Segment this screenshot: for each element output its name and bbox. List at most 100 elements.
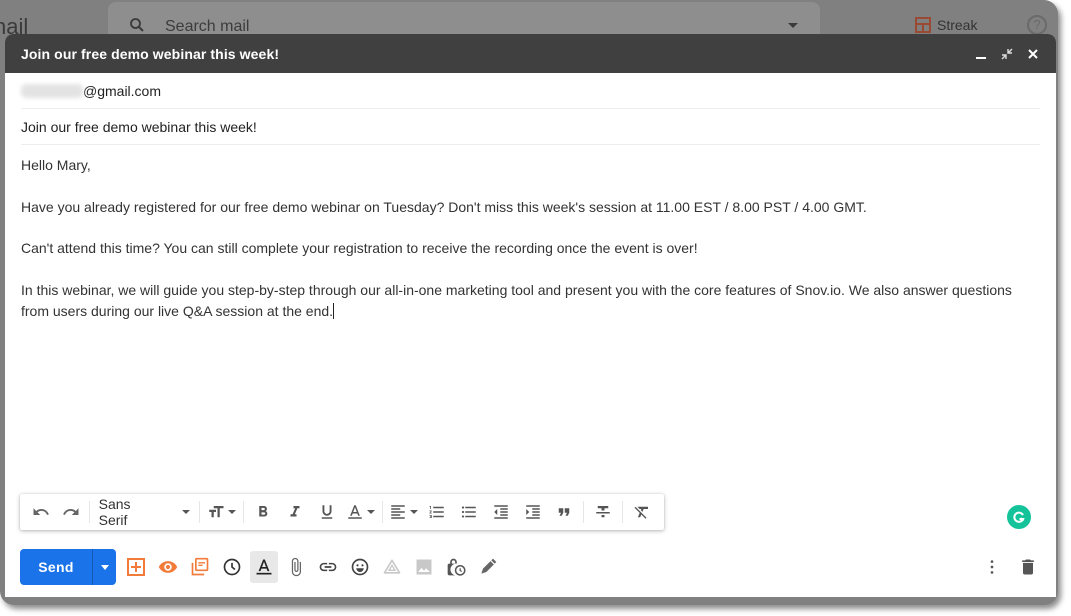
italic-icon [290,506,300,517]
chevron-down-icon [367,510,376,514]
toolbar-separator [622,501,624,523]
exit-full-screen-icon [1001,48,1013,59]
indent-less-button[interactable] [485,498,517,526]
confidential-mode-button[interactable] [440,551,472,583]
pen-icon [481,558,497,574]
body-greeting: Hello Mary, [21,157,91,173]
schedule-send-button[interactable] [216,551,248,583]
italic-button[interactable] [279,498,311,526]
toolbar-separator [243,501,245,523]
tracking-button[interactable] [152,551,184,583]
search-options-caret-icon[interactable] [788,23,798,28]
redo-button[interactable] [56,498,86,526]
strikethrough-button[interactable] [587,498,619,526]
align-button[interactable] [386,498,422,526]
photo-icon [416,559,432,575]
chevron-down-icon [181,510,190,514]
toolbar-separator [583,501,585,523]
text-size-icon [209,506,224,518]
insert-emoji-button[interactable] [344,551,376,583]
text-size-button[interactable] [203,498,241,526]
compose-bottom-bar: Send [20,549,1044,585]
close-button[interactable] [1022,43,1044,65]
quote-button[interactable] [549,498,581,526]
recipient-email: @gmail.com [83,82,162,99]
streak-label: Streak [937,17,978,33]
formatting-options-button[interactable] [250,551,278,583]
numbered-list-icon [429,506,445,518]
insert-drive-button[interactable] [376,551,408,583]
text-cursor [333,302,335,319]
link-icon [319,562,337,572]
grammarly-icon [1013,511,1025,523]
minimize-icon [976,56,986,59]
insert-link-button[interactable] [312,551,344,583]
snippets-button[interactable] [184,551,216,583]
streak-icon [915,17,931,33]
subject-text: Join our free demo webinar this week! [21,118,257,135]
paperclip-icon [291,557,301,577]
bold-button[interactable] [247,498,279,526]
toolbar-separator [88,501,90,523]
chevron-down-icon [409,510,418,514]
exit-full-screen-button[interactable] [996,43,1018,65]
font-family-select[interactable]: Sans Serif [93,496,196,528]
help-icon[interactable]: ? [1027,15,1047,35]
underline-icon [321,505,333,519]
quote-icon [559,508,570,516]
chevron-down-icon [228,510,237,514]
indent-more-button[interactable] [517,498,549,526]
send-button[interactable]: Send [20,549,92,585]
eye-icon [158,561,178,573]
indent-less-icon [494,505,508,519]
chevron-down-icon [100,564,109,570]
toolbar-separator [198,501,200,523]
undo-icon [33,508,49,515]
emoji-icon [351,558,369,576]
discard-draft-button[interactable] [1012,551,1044,583]
indent-more-icon [525,505,540,519]
insert-photo-button[interactable] [408,551,440,583]
bulleted-list-button[interactable] [453,498,485,526]
insert-signature-button[interactable] [472,551,504,583]
remove-formatting-button[interactable] [626,498,658,526]
font-family-value: Sans Serif [98,496,131,528]
body-paragraph: Can't attend this time? You can still co… [21,240,698,256]
align-left-icon [391,505,405,519]
compose-title: Join our free demo webinar this week! [21,45,280,62]
to-field[interactable]: @gmail.com [21,73,1040,109]
compose-window: Join our free demo webinar this week! @g… [5,34,1056,597]
message-body[interactable]: Hello Mary, Have you already registered … [5,145,1056,322]
toolbar-separator [381,501,383,523]
snippets-icon [191,557,209,576]
trash-icon [1022,559,1034,575]
compose-header[interactable]: Join our free demo webinar this week! [5,34,1056,73]
formatting-toolbar: Sans Serif [20,494,664,530]
text-color-button[interactable] [343,498,379,526]
bottom-bar-right [976,551,1044,583]
minimize-button[interactable] [970,43,992,65]
undo-button[interactable] [26,498,56,526]
streak-template-button[interactable] [120,551,152,583]
body-paragraph: Have you already registered for our free… [21,198,867,215]
redo-icon [62,508,79,515]
bulleted-list-icon [461,506,476,518]
underline-button[interactable] [311,498,343,526]
drive-icon [383,559,401,574]
more-send-options-button[interactable] [92,549,116,585]
more-vert-icon [990,560,994,574]
text-format-icon [256,559,272,575]
strikethrough-icon [596,506,610,518]
bold-icon [259,506,268,517]
recipient-name-blurred [21,83,83,98]
plus-box-icon [127,558,145,576]
grammarly-button[interactable] [1007,505,1031,529]
search-icon [130,18,144,32]
subject-field[interactable]: Join our free demo webinar this week! [21,109,1040,145]
streak-button[interactable]: Streak [915,17,977,33]
more-options-button[interactable] [976,551,1008,583]
send-button-group: Send [20,549,116,585]
numbered-list-button[interactable] [421,498,453,526]
lock-clock-icon [447,558,466,576]
attach-files-button[interactable] [280,551,312,583]
